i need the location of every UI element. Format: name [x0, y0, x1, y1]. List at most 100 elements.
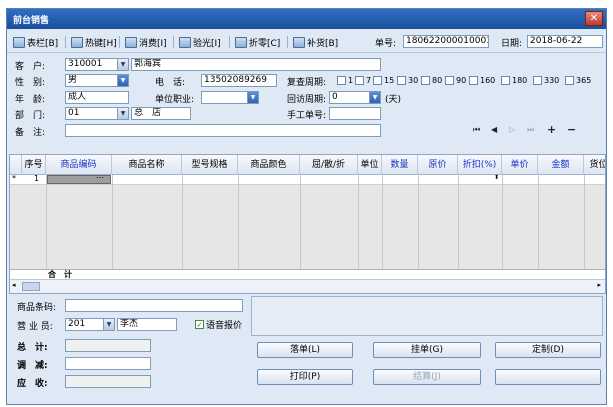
total-field [65, 339, 151, 352]
customer-label: 客 户: [15, 62, 46, 72]
column-header[interactable]: 原价 [418, 155, 458, 175]
last-record-icon[interactable]: ⏭ [527, 125, 534, 135]
scroll-left-icon[interactable]: ◂ [12, 281, 16, 289]
adjust-field[interactable] [65, 357, 151, 370]
column-header[interactable]: 单位 [358, 155, 382, 175]
optometry-button[interactable]: 验光[I] [179, 35, 221, 49]
repurchase-checkbox[interactable]: 15 [373, 76, 394, 85]
columns-button[interactable]: 表栏[B] [13, 35, 58, 49]
barcode-field[interactable] [65, 299, 243, 312]
row-index: 1 [34, 174, 40, 183]
toolbar-divider [229, 36, 230, 48]
column-header[interactable]: 货位 [584, 155, 605, 175]
spinner-icon[interactable]: ⬍ [494, 174, 499, 181]
pending-button[interactable]: 落单(L) [257, 342, 353, 358]
discount-icon [235, 36, 247, 48]
next-record-icon[interactable]: ▷ [509, 125, 515, 134]
restock-button[interactable]: 补货[B] [293, 35, 338, 49]
grid-total-row: 合 计 [10, 269, 605, 279]
scroll-right-icon[interactable]: ▸ [597, 281, 601, 289]
salesperson-select[interactable]: 201 ▼ [65, 318, 115, 331]
column-header[interactable]: 单价 [502, 155, 538, 175]
column-header[interactable]: 序号 [22, 155, 46, 175]
toolbar-divider [287, 36, 288, 48]
columns-icon [13, 36, 25, 48]
chevron-down-icon[interactable]: ▼ [103, 319, 114, 330]
delete-record-icon[interactable]: − [567, 123, 576, 136]
scroll-thumb[interactable] [22, 282, 40, 291]
chevron-down-icon[interactable]: ▼ [117, 108, 128, 119]
dept-name-field[interactable]: 总 店 [131, 107, 191, 120]
dept-select[interactable]: 01 ▼ [65, 107, 129, 120]
column-header[interactable]: 金额 [538, 155, 584, 175]
voice-checkbox[interactable]: ✓ 语音报价 [195, 318, 242, 331]
grid-header: 序号 商品编码 商品名称 型号规格 商品颜色 屈/散/折 单位 数量 原价 折扣… [10, 155, 605, 175]
chevron-down-icon[interactable]: ▼ [369, 92, 380, 103]
repurchase-checkbox[interactable]: 365 [565, 76, 591, 85]
ellipsis-icon[interactable]: ⋯ [96, 173, 104, 182]
age-field[interactable]: 成人 [65, 91, 129, 104]
column-header[interactable]: 数量 [382, 155, 418, 175]
repurchase-label: 复查周期: [287, 78, 327, 88]
order-no-field[interactable]: 180622000010001 [403, 35, 489, 48]
salesperson-name-field[interactable]: 李杰 [117, 318, 177, 331]
hotkey-button[interactable]: 热键[H] [71, 35, 117, 49]
column-header[interactable]: 屈/散/折 [300, 155, 358, 175]
manual-no-field[interactable] [329, 107, 381, 120]
column-header[interactable]: 折扣(%) [458, 155, 502, 175]
column-header[interactable]: 商品编码 [46, 155, 112, 175]
adjust-label: 调 减: [17, 361, 48, 371]
row-marker: * [12, 174, 16, 183]
visit-select[interactable]: 0 ▼ [329, 91, 381, 104]
chevron-down-icon[interactable]: ▼ [117, 75, 128, 86]
items-grid: 序号 商品编码 商品名称 型号规格 商品颜色 屈/散/折 单位 数量 原价 折扣… [9, 154, 606, 294]
repurchase-checkbox[interactable]: 180 [501, 76, 527, 85]
occupation-label: 单位职业: [155, 95, 195, 105]
repurchase-checkbox[interactable]: 330 [533, 76, 559, 85]
receivable-field [65, 375, 151, 388]
toolbar-divider [119, 36, 120, 48]
print-button[interactable]: 打印(P) [257, 369, 353, 385]
phone-field[interactable]: 13502089269 [201, 74, 277, 87]
note-label: 备 注: [15, 128, 46, 138]
add-record-icon[interactable]: + [547, 123, 556, 136]
gender-select[interactable]: 男 ▼ [65, 74, 129, 87]
occupation-select[interactable]: ▼ [201, 91, 259, 104]
chevron-down-icon[interactable]: ▼ [117, 59, 128, 70]
visit-label: 回访周期: [287, 95, 327, 105]
extra-button[interactable] [495, 369, 601, 385]
discount-button[interactable]: 折零[C] [235, 35, 280, 49]
chevron-down-icon[interactable]: ▼ [247, 92, 258, 103]
hold-button[interactable]: 挂单(G) [373, 342, 481, 358]
customer-code-field[interactable]: 310001 ▼ [65, 58, 129, 71]
receivable-label: 应 收: [17, 379, 48, 389]
column-header[interactable]: 型号规格 [182, 155, 238, 175]
row-indicator-column [10, 155, 22, 175]
custom-button[interactable]: 定制(D) [495, 342, 601, 358]
note-field[interactable] [65, 124, 381, 137]
repurchase-checkbox[interactable]: 80 [421, 76, 442, 85]
close-icon: ✕ [589, 13, 599, 24]
checkout-button[interactable]: 结算(J) [373, 369, 481, 385]
repurchase-checkbox[interactable]: 90 [445, 76, 466, 85]
repurchase-checkbox[interactable]: 7 [355, 76, 371, 85]
column-header[interactable]: 商品名称 [112, 155, 182, 175]
prev-record-icon[interactable]: ◀ [491, 125, 497, 134]
horizontal-scrollbar[interactable]: ◂ ▸ [10, 279, 605, 293]
visit-unit: (天) [385, 95, 402, 105]
customer-name-field[interactable]: 郭海宾 [131, 58, 381, 71]
toolbar: 表栏[B] 热键[H] 消费[I] 验光[I] 折零[C] 补货[B] 单号: … [7, 31, 606, 53]
close-button[interactable]: ✕ [585, 11, 603, 26]
column-header[interactable]: 商品颜色 [238, 155, 300, 175]
keyboard-icon [71, 36, 83, 48]
consume-button[interactable]: 消费[I] [125, 35, 167, 49]
date-label: 日期: [501, 39, 523, 49]
repurchase-checkbox[interactable]: 1 [337, 76, 353, 85]
repurchase-checkbox[interactable]: 160 [469, 76, 495, 85]
date-field[interactable]: 2018-06-22 [527, 35, 603, 48]
first-record-icon[interactable]: ⏮ [473, 125, 480, 135]
gender-label: 性 别: [15, 78, 46, 88]
table-row[interactable]: * 1 ⋯ ⬍ [10, 173, 605, 185]
total-label: 总 计: [17, 343, 48, 353]
repurchase-checkbox[interactable]: 30 [397, 76, 418, 85]
